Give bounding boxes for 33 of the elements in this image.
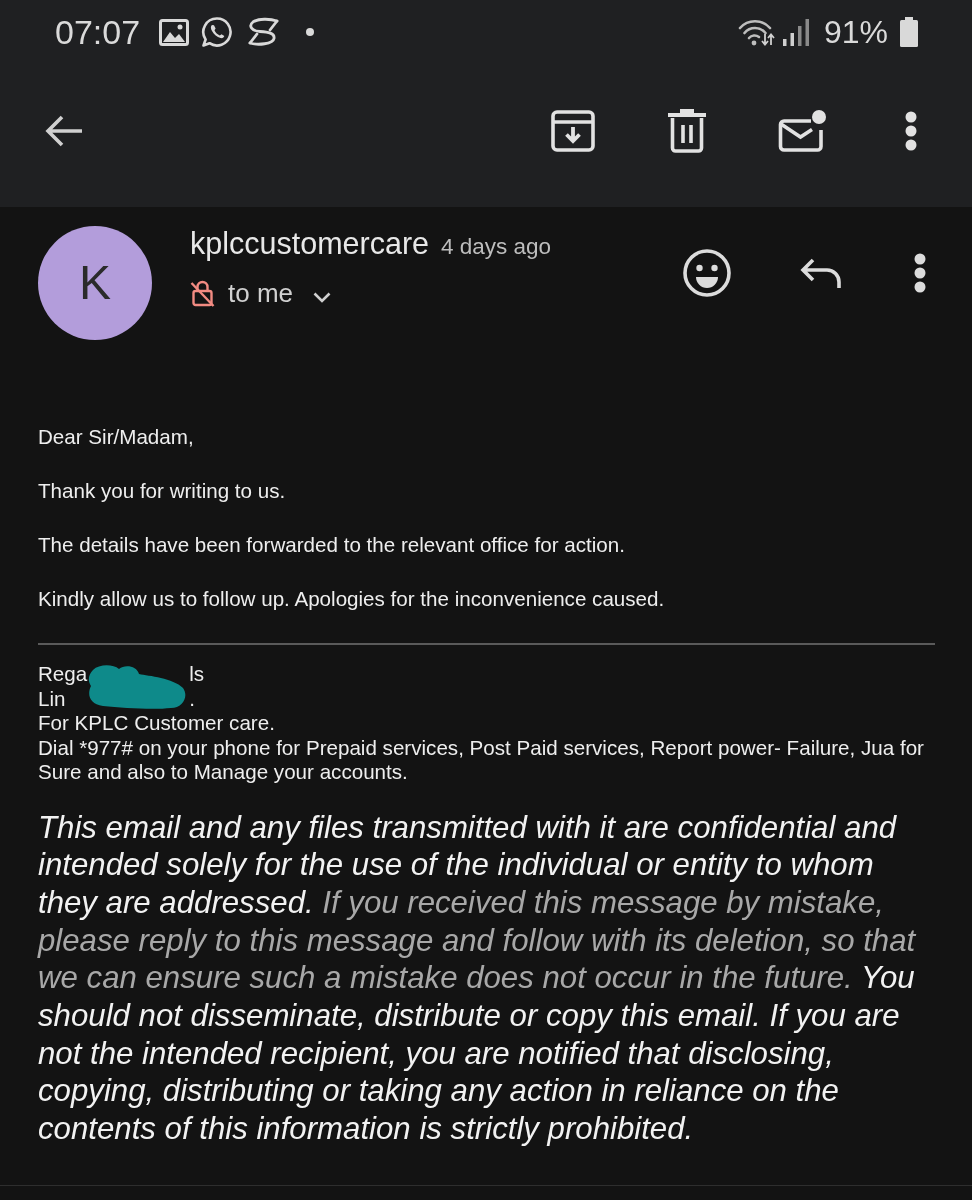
image-icon	[159, 18, 190, 46]
trash-icon[interactable]	[668, 109, 706, 153]
signature-text: Lin	[38, 686, 67, 711]
notification-dot-icon	[306, 28, 315, 36]
signature-text: Rega	[38, 662, 88, 687]
chevron-down-icon[interactable]	[313, 291, 332, 303]
signature-text: .	[188, 686, 196, 711]
more-options-icon[interactable]	[905, 111, 917, 151]
sender-name: kplccustomercare	[190, 226, 429, 260]
signature-text: Dial *977# on your phone for Prepaid services, Post Paid services, Report power- Failure, Jua for Sure and also to Manage your accounts.	[38, 735, 925, 785]
message-paragraph: The details have been forwarded to the relevant office for action.	[38, 533, 625, 557]
battery-icon	[900, 17, 918, 47]
lock-slash-icon	[190, 279, 215, 307]
signal-icon	[782, 18, 810, 46]
signature-text: ls	[188, 662, 205, 687]
sent-time: 4 days ago	[441, 233, 552, 261]
back-arrow-icon[interactable]	[45, 115, 83, 147]
phone-bubble-icon	[201, 16, 234, 48]
wifi-icon	[737, 18, 776, 46]
message-paragraph: Dear Sir/Madam,	[38, 425, 194, 449]
archive-icon[interactable]	[551, 109, 595, 153]
battery-percent: 91%	[823, 16, 888, 48]
mail-dot-icon[interactable]	[778, 110, 826, 152]
recipient-label: to me	[228, 278, 294, 308]
message-paragraph: Thank you for writing to us.	[38, 479, 286, 503]
disclaimer-paragraph: This email and any files transmitted with it are confidential and intended solely for the use of the individual or entity to whom they are addressed. If you received this message by mistake, please reply to this message and follow with its deletion, so that we can ensure such a mistake does not occur in the future. You should not disseminate, distribute or copy this email. If you are not the intended recipient, you are notified that disclosing, copying, distributing or taking any action in reliance on the contents of this information is strictly prohibited.	[38, 808, 917, 1148]
signature-text: For KPLC Customer care.	[38, 711, 275, 736]
more-options-icon[interactable]	[914, 253, 926, 293]
avatar: K	[38, 226, 152, 340]
smiley-icon[interactable]	[683, 249, 731, 297]
reply-icon[interactable]	[800, 258, 842, 288]
message-paragraph: Kindly allow us to follow up. Apologies for the inconvenience caused.	[38, 587, 665, 611]
clock-time: 07:07	[55, 15, 141, 49]
